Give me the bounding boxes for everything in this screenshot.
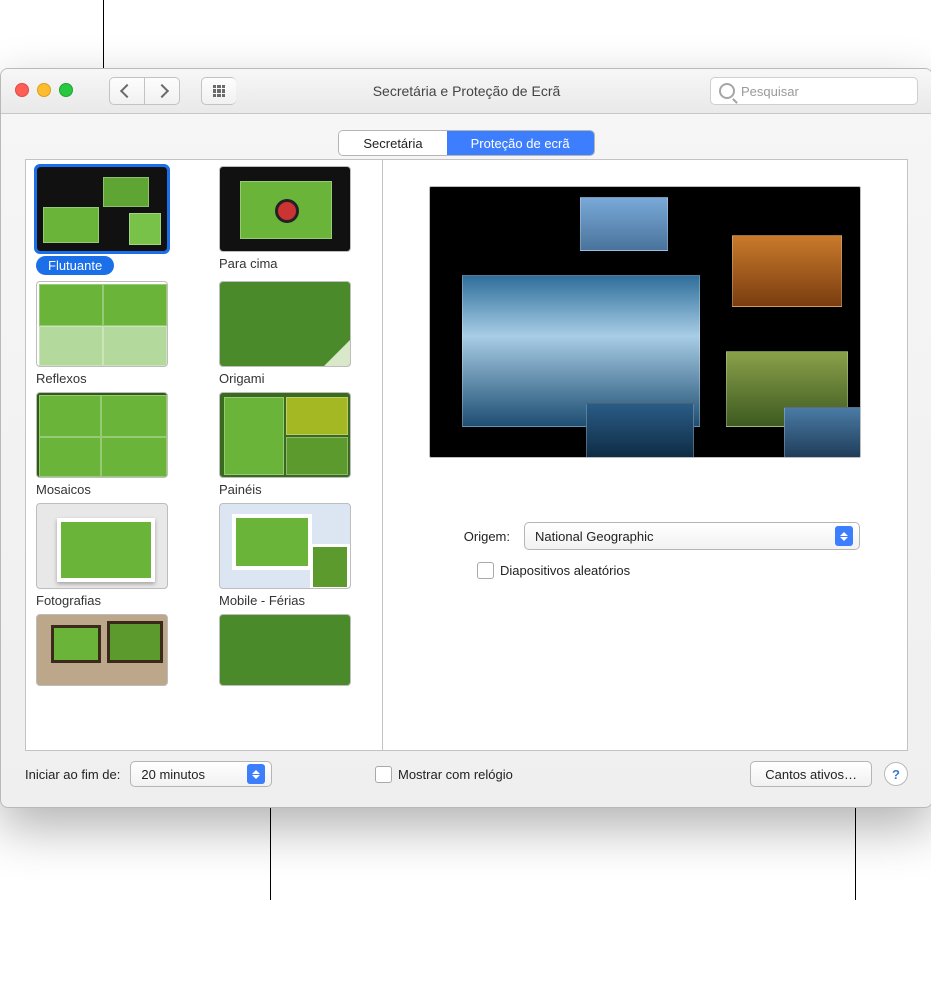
- screensaver-label: Reflexos: [36, 371, 189, 386]
- popup-arrows-icon: [247, 764, 265, 784]
- hot-corners-button[interactable]: Cantos ativos…: [750, 761, 872, 787]
- thumb-extra-1: [36, 614, 168, 686]
- grid-icon: [213, 85, 225, 97]
- random-slides-checkbox[interactable]: [477, 562, 494, 579]
- callout-line-1: [103, 0, 104, 72]
- tab-desktop[interactable]: Secretária: [339, 131, 446, 155]
- screensaver-item-reflexos[interactable]: Reflexos: [36, 281, 189, 386]
- screensaver-item-origami[interactable]: Origami: [219, 281, 372, 386]
- screensaver-list[interactable]: Flutuante Para cima: [25, 159, 383, 751]
- show-all-button[interactable]: [201, 77, 236, 105]
- start-after-value: 20 minutos: [141, 767, 205, 782]
- screensaver-label: Flutuante: [36, 256, 114, 275]
- nav-buttons: [109, 77, 180, 105]
- start-after-label: Iniciar ao fim de:: [25, 767, 120, 782]
- screensaver-preview: [429, 186, 861, 458]
- window-traffic-lights: [15, 83, 73, 97]
- start-after-group: Iniciar ao fim de: 20 minutos: [25, 761, 272, 787]
- forward-button[interactable]: [144, 77, 180, 105]
- search-input[interactable]: Pesquisar: [710, 77, 918, 105]
- screensaver-item-extra-1[interactable]: [36, 614, 189, 686]
- thumb-fotografias: [36, 503, 168, 589]
- preferences-window: Secretária e Proteção de Ecrã Pesquisar …: [0, 68, 931, 808]
- thumb-mosaicos: [36, 392, 168, 478]
- minimize-icon[interactable]: [37, 83, 51, 97]
- screensaver-label: Para cima: [219, 256, 372, 271]
- source-value: National Geographic: [535, 529, 654, 544]
- screensaver-label: Origami: [219, 371, 372, 386]
- thumb-extra-2: [219, 614, 351, 686]
- show-clock-checkbox[interactable]: [375, 766, 392, 783]
- footer-right-group: Cantos ativos… ?: [750, 761, 908, 787]
- search-icon: [719, 83, 735, 99]
- thumb-paineis: [219, 392, 351, 478]
- content-area: Flutuante Para cima: [25, 159, 908, 751]
- zoom-icon[interactable]: [59, 83, 73, 97]
- show-clock-group: Mostrar com relógio: [375, 766, 513, 783]
- start-after-popup[interactable]: 20 minutos: [130, 761, 272, 787]
- screensaver-item-flutuante[interactable]: Flutuante: [36, 166, 189, 275]
- source-row: Origem: National Geographic: [430, 522, 860, 550]
- thumb-origami: [219, 281, 351, 367]
- random-slides-row: Diapositivos aleatórios: [383, 562, 907, 579]
- help-button[interactable]: ?: [884, 762, 908, 786]
- screensaver-item-para-cima[interactable]: Para cima: [219, 166, 372, 275]
- screensaver-item-mobile-ferias[interactable]: Mobile - Férias: [219, 503, 372, 608]
- help-icon: ?: [892, 767, 900, 782]
- search-placeholder: Pesquisar: [741, 84, 799, 99]
- source-popup[interactable]: National Geographic: [524, 522, 860, 550]
- tab-screensaver[interactable]: Proteção de ecrã: [447, 131, 594, 155]
- chevron-right-icon: [155, 84, 169, 98]
- back-button[interactable]: [109, 77, 144, 105]
- screensaver-item-mosaicos[interactable]: Mosaicos: [36, 392, 189, 497]
- screensaver-label: Mobile - Férias: [219, 593, 372, 608]
- titlebar: Secretária e Proteção de Ecrã Pesquisar: [1, 69, 931, 114]
- hot-corners-label: Cantos ativos…: [765, 767, 857, 782]
- random-slides-label: Diapositivos aleatórios: [500, 563, 630, 578]
- thumb-reflexos: [36, 281, 168, 367]
- screensaver-label: Fotografias: [36, 593, 189, 608]
- close-icon[interactable]: [15, 83, 29, 97]
- screensaver-label: Mosaicos: [36, 482, 189, 497]
- screensaver-item-fotografias[interactable]: Fotografias: [36, 503, 189, 608]
- show-clock-label: Mostrar com relógio: [398, 767, 513, 782]
- thumb-para-cima: [219, 166, 351, 252]
- chevron-left-icon: [120, 84, 134, 98]
- thumb-flutuante: [36, 166, 168, 252]
- thumb-mobile-ferias: [219, 503, 351, 589]
- source-label: Origem:: [430, 529, 510, 544]
- footer-bar: Iniciar ao fim de: 20 minutos Mostrar co…: [25, 759, 908, 789]
- tab-bar: Secretária Proteção de ecrã: [1, 130, 931, 156]
- preview-pane: Origem: National Geographic Diapositivos…: [383, 159, 908, 751]
- screensaver-label: Painéis: [219, 482, 372, 497]
- screensaver-item-extra-2[interactable]: [219, 614, 372, 686]
- popup-arrows-icon: [835, 526, 853, 546]
- callout-line-2: [270, 800, 271, 900]
- screensaver-item-paineis[interactable]: Painéis: [219, 392, 372, 497]
